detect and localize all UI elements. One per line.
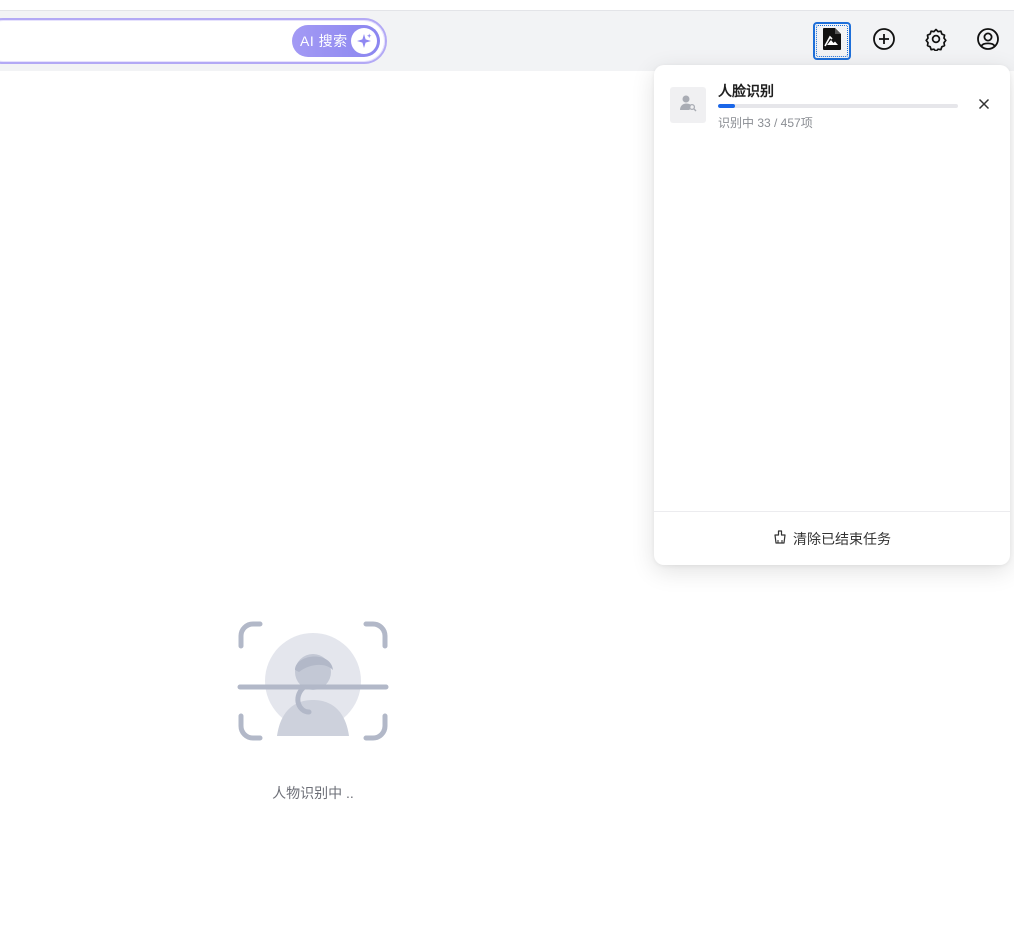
tasks-button[interactable] <box>813 22 851 60</box>
clear-finished-tasks-button[interactable]: 清除已结束任务 <box>773 529 891 549</box>
gear-icon <box>924 27 948 56</box>
clear-finished-tasks-label: 清除已结束任务 <box>793 530 891 547</box>
task-progress-fill <box>718 104 736 108</box>
account-button[interactable] <box>969 22 1007 60</box>
add-button[interactable] <box>865 22 903 60</box>
tasks-icon <box>821 27 843 56</box>
task-panel: 人脸识别 识别中 33 / 457项 清除已结束任务 <box>654 65 1010 565</box>
face-search-icon <box>678 93 698 118</box>
task-panel-footer: 清除已结束任务 <box>654 511 1010 565</box>
window-top-edge <box>0 0 1014 11</box>
ai-search-button[interactable]: AI 搜索 <box>292 25 380 57</box>
broom-icon <box>773 530 787 547</box>
task-title: 人脸识别 <box>718 83 774 99</box>
task-thumbnail <box>670 87 706 123</box>
add-circle-icon <box>872 27 896 56</box>
settings-button[interactable] <box>917 22 955 60</box>
close-icon <box>978 97 990 115</box>
ai-sparkle-icon <box>351 28 377 54</box>
ai-search-label: AI 搜索 <box>300 33 348 49</box>
task-item: 人脸识别 识别中 33 / 457项 <box>670 83 994 135</box>
account-icon <box>976 27 1000 56</box>
face-scan-illustration <box>237 620 389 744</box>
close-task-button[interactable] <box>974 96 994 116</box>
toolbar: AI 搜索 <box>0 11 1014 71</box>
task-status: 识别中 33 / 457项 <box>718 116 813 130</box>
empty-state-text: 人物识别中 .. <box>272 785 354 801</box>
search-input[interactable]: AI 搜索 <box>0 18 387 64</box>
task-progress-bar <box>718 104 958 108</box>
